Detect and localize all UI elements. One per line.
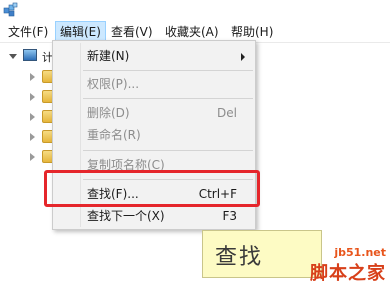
menu-item-rename: 重命名(R)	[53, 124, 255, 146]
menu-item-label: 权限(P)...	[87, 77, 140, 91]
registry-editor-icon	[3, 2, 18, 17]
expand-right-icon[interactable]	[30, 93, 35, 101]
menu-item-delete: 删除(D) Del	[53, 102, 255, 124]
title-bar	[0, 0, 390, 21]
menu-item-label: 删除(D)	[87, 106, 130, 120]
computer-icon	[23, 49, 37, 61]
tree-node[interactable]	[30, 109, 56, 125]
tree-node[interactable]	[30, 149, 56, 165]
menu-item-shortcut: F3	[222, 209, 237, 223]
tree-node[interactable]	[30, 89, 56, 105]
menu-item-label: 重命名(R)	[87, 128, 141, 142]
find-dialog: 查找	[202, 230, 322, 278]
menu-item-label: 新建(N)	[87, 49, 130, 63]
menu-item-label: 查找下一个(X)	[87, 209, 165, 223]
expand-right-icon[interactable]	[30, 133, 35, 141]
watermark-url: jb51.net	[334, 246, 386, 259]
menu-file[interactable]: 文件(F)	[4, 21, 52, 43]
find-dialog-title: 查找	[215, 245, 264, 270]
menu-item-find-next[interactable]: 查找下一个(X) F3	[53, 205, 255, 227]
tree-node[interactable]	[30, 129, 56, 145]
tree-node[interactable]	[30, 69, 56, 85]
menu-item-permissions: 权限(P)...	[53, 73, 255, 95]
watermark-name: 脚本之家	[310, 263, 386, 284]
menu-item-shortcut: Del	[217, 106, 237, 120]
menu-separator	[83, 70, 253, 71]
submenu-arrow-icon	[241, 53, 245, 61]
find-highlight-annotation	[44, 170, 260, 207]
expand-right-icon[interactable]	[30, 113, 35, 121]
menu-separator	[83, 150, 253, 151]
expand-down-icon[interactable]	[9, 54, 17, 59]
watermark: jb51.net 脚本之家	[310, 246, 386, 285]
menu-item-new[interactable]: 新建(N)	[53, 45, 255, 67]
expand-right-icon[interactable]	[30, 73, 35, 81]
menu-separator	[83, 98, 253, 99]
expand-right-icon[interactable]	[30, 153, 35, 161]
